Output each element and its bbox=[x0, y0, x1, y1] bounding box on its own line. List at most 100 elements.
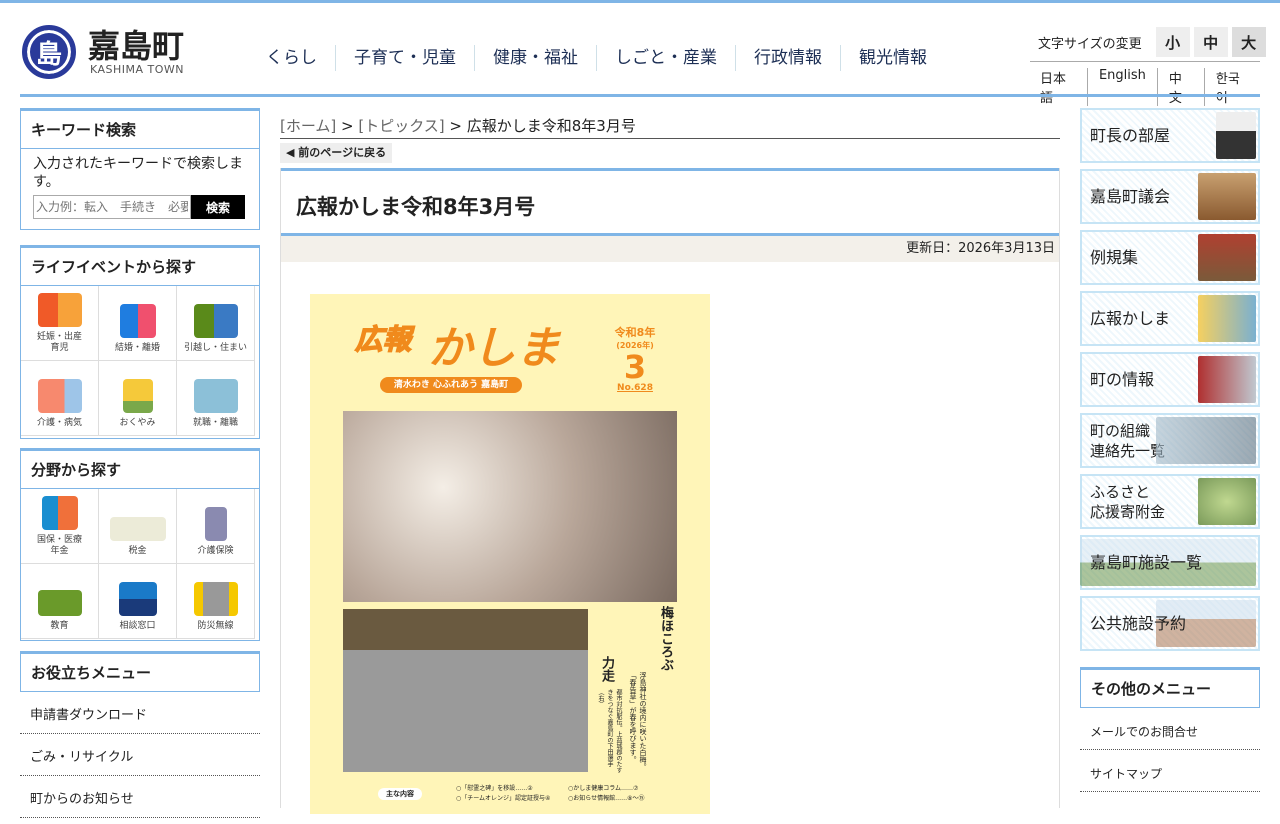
life-care[interactable]: 介護・病気 bbox=[21, 361, 99, 436]
magazine-photo bbox=[1198, 295, 1256, 342]
cover-contents-right: ○かしま健康コラム……⑦ ○お知らせ情報館……⑧～⑮ bbox=[568, 784, 678, 804]
cell-label: 結婚・離婚 bbox=[114, 343, 160, 353]
cover-headline-2: 力走 bbox=[599, 656, 614, 682]
food-photo bbox=[1198, 478, 1256, 525]
banner-furusato[interactable]: ふるさと 応援寄附金 bbox=[1080, 474, 1260, 529]
couple-icon bbox=[119, 304, 156, 338]
field-insurance[interactable]: 国保・医療 年金 bbox=[21, 489, 99, 564]
banner-label: ふるさと 応援寄附金 bbox=[1090, 482, 1166, 521]
banner-reservation[interactable]: 公共施設予約 bbox=[1080, 596, 1260, 651]
cover-masthead-1: 広報 bbox=[354, 322, 412, 357]
cell-label: 介護・病気 bbox=[36, 418, 82, 428]
cover-caption-2: 都市対抗駅伝。上益城郡のたすきをつなぐ嘉島町の下田選手（右） bbox=[597, 689, 622, 773]
keyword-search-box: キーワード検索 入力されたキーワードで検索します。 検索 bbox=[20, 108, 260, 230]
banner-council[interactable]: 嘉島町議会 bbox=[1080, 169, 1260, 224]
language-switcher: 日本語 English 中文 한국어 bbox=[1030, 61, 1260, 106]
banner-mayor[interactable]: 町長の部屋 bbox=[1080, 108, 1260, 163]
menu-mail-contact[interactable]: メールでのお問合せ bbox=[1080, 708, 1260, 750]
cover-month: 3 bbox=[623, 348, 647, 386]
other-menu: その他のメニュー メールでのお問合せ サイトマップ bbox=[1080, 667, 1260, 792]
cover-image[interactable]: 広報 かしま 清水わき 心ふれあう 嘉島町 令和8年 (2026年) 3 No.… bbox=[310, 294, 710, 814]
lang-chinese[interactable]: 中文 bbox=[1156, 68, 1204, 106]
nav-kenko[interactable]: 健康・福祉 bbox=[474, 45, 596, 71]
banner-label: 町長の部屋 bbox=[1090, 125, 1171, 145]
nav-gyosei[interactable]: 行政情報 bbox=[735, 45, 840, 71]
life-condolence[interactable]: おくやみ bbox=[99, 361, 177, 436]
cover-content-item: ○「慰霊之碑」を移設……② bbox=[456, 785, 533, 792]
field-tax[interactable]: 税金 bbox=[99, 489, 177, 564]
heart-syringe-icon bbox=[37, 379, 82, 413]
menu-sitemap[interactable]: サイトマップ bbox=[1080, 750, 1260, 792]
banner-facilities[interactable]: 嘉島町施設一覧 bbox=[1080, 535, 1260, 590]
search-input[interactable] bbox=[33, 195, 191, 219]
menu-notices[interactable]: 町からのお知らせ bbox=[20, 776, 260, 818]
life-event-title: ライフイベントから探す bbox=[21, 248, 259, 286]
cell-label: 妊娠・出産 育児 bbox=[36, 332, 82, 353]
page-title: 広報かしま令和8年3月号 bbox=[281, 168, 1059, 236]
banner-regulations[interactable]: 例規集 bbox=[1080, 230, 1260, 285]
banner-koho[interactable]: 広報かしま bbox=[1080, 291, 1260, 346]
breadcrumb-topics[interactable]: [トピックス] bbox=[358, 117, 444, 135]
mayor-photo bbox=[1216, 112, 1256, 159]
lang-japanese[interactable]: 日本語 bbox=[1030, 68, 1087, 106]
field-consultation[interactable]: 相談窓口 bbox=[99, 564, 177, 639]
cell-label: 税金 bbox=[128, 546, 147, 556]
nav-kurashi[interactable]: くらし bbox=[248, 45, 335, 71]
font-medium-button[interactable]: 中 bbox=[1193, 27, 1228, 57]
breadcrumb-sep: > bbox=[444, 117, 467, 135]
field-box: 分野から探す 国保・医療 年金 税金 介護保険 教育 相談窓口 防災無線 bbox=[20, 448, 260, 641]
elderly-icon bbox=[204, 507, 227, 541]
nav-kosodate[interactable]: 子育て・児童 bbox=[335, 45, 474, 71]
cell-label: 引越し・住まい bbox=[183, 343, 247, 353]
field-title: 分野から探す bbox=[21, 451, 259, 489]
search-button[interactable]: 検索 bbox=[191, 195, 245, 219]
menu-garbage[interactable]: ごみ・リサイクル bbox=[20, 734, 260, 776]
field-education[interactable]: 教育 bbox=[21, 564, 99, 639]
banner-label: 町の情報 bbox=[1090, 369, 1155, 389]
cover-contents-label: 主な内容 bbox=[378, 788, 422, 800]
banner-label: 広報かしま bbox=[1090, 308, 1171, 328]
useful-menu-title: お役立ちメニュー bbox=[31, 664, 152, 682]
cover-contents-left: ○「慰霊之碑」を移設……② ○「チームオレンジ」認定証授与④ bbox=[456, 784, 566, 804]
cell-label: 防災無線 bbox=[197, 621, 234, 631]
money-bundle-icon bbox=[109, 517, 166, 541]
breadcrumb-home[interactable]: [ホーム] bbox=[280, 117, 336, 135]
house-truck-icon bbox=[193, 304, 238, 338]
lotus-icon bbox=[122, 379, 153, 413]
header-divider bbox=[20, 94, 1260, 97]
logo-subtitle: KASHIMA TOWN bbox=[90, 62, 185, 76]
life-moving[interactable]: 引越し・住まい bbox=[177, 286, 255, 361]
content-panel: 広報かしま令和8年3月号 更新日：2026年3月13日 広報 かしま 清水わき … bbox=[280, 168, 1060, 814]
cover-number: No.628 bbox=[617, 383, 653, 393]
lang-english[interactable]: English bbox=[1086, 68, 1157, 106]
banner-label: 例規集 bbox=[1090, 247, 1139, 267]
lang-korean[interactable]: 한국어 bbox=[1203, 68, 1260, 106]
back-arrow-icon: ◀ bbox=[286, 146, 299, 159]
field-nursing[interactable]: 介護保険 bbox=[177, 489, 255, 564]
insurance-book-icon bbox=[41, 496, 78, 530]
town-hall-photo bbox=[1198, 356, 1256, 403]
book-pencil-icon bbox=[37, 590, 82, 616]
life-marriage[interactable]: 結婚・離婚 bbox=[99, 286, 177, 361]
briefcase-icon bbox=[193, 379, 238, 413]
global-nav: くらし 子育て・児童 健康・福祉 しごと・産業 行政情報 観光情報 bbox=[248, 45, 945, 71]
life-employment[interactable]: 就職・離職 bbox=[177, 361, 255, 436]
banner-organization[interactable]: 町の組織 連絡先一覧 bbox=[1080, 413, 1260, 468]
plum-blossom-photo bbox=[343, 411, 677, 602]
banner-label: 嘉島町議会 bbox=[1090, 186, 1171, 206]
cell-label: 介護保険 bbox=[197, 546, 234, 556]
back-button[interactable]: ◀ 前のページに戻る bbox=[280, 143, 393, 163]
menu-download[interactable]: 申請書ダウンロード bbox=[20, 692, 260, 734]
banner-label: 公共施設予約 bbox=[1090, 613, 1187, 633]
useful-menu: お役立ちメニュー 申請書ダウンロード ごみ・リサイクル 町からのお知らせ bbox=[20, 651, 260, 818]
nav-kanko[interactable]: 観光情報 bbox=[840, 45, 945, 71]
site-logo[interactable]: 島 嘉島町 KASHIMA TOWN bbox=[22, 25, 184, 79]
nav-shigoto[interactable]: しごと・産業 bbox=[596, 45, 735, 71]
font-large-button[interactable]: 大 bbox=[1231, 27, 1266, 57]
field-disaster-radio[interactable]: 防災無線 bbox=[177, 564, 255, 639]
cell-label: おくやみ bbox=[119, 418, 156, 428]
banner-town-info[interactable]: 町の情報 bbox=[1080, 352, 1260, 407]
banner-label: 嘉島町施設一覧 bbox=[1090, 552, 1203, 572]
life-pregnancy[interactable]: 妊娠・出産 育児 bbox=[21, 286, 99, 361]
font-small-button[interactable]: 小 bbox=[1155, 27, 1190, 57]
